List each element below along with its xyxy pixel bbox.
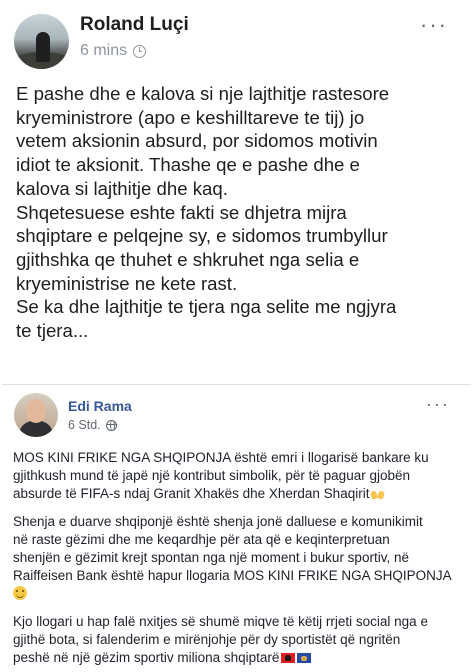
shared-author-avatar[interactable] (14, 393, 58, 437)
shared-paragraph: Kjo llogari u hap falë nxitjes së shumë … (13, 613, 465, 668)
post-text-line: kryeministrise ne kete rast. (16, 272, 238, 294)
avatar-head (26, 399, 46, 423)
avatar-body (19, 421, 53, 437)
post-text-line: kryeministrore (apo e keshilltareve te t… (16, 106, 365, 128)
shared-post-meta: 6 Std. (68, 418, 117, 432)
post-text-line: idiot te aksionit. Thashe qe e pashe dhe… (16, 154, 360, 176)
post-text-line: Shqetesuese eshte fakti se dhjetra mijra (16, 201, 347, 223)
post-text-line: E pashe dhe e kalova si nje lajthitje ra… (16, 83, 390, 104)
shared-text-line: absurde të FIFA-s ndaj Granit Xhakës dhe… (13, 485, 465, 503)
post-text-line: te tjera... (16, 320, 89, 342)
post-text-line: vetem aksionin absurd, por sidomos motiv… (16, 130, 378, 152)
kosovo-flag-icon (297, 653, 312, 664)
globe-icon (105, 419, 117, 431)
clock-icon (133, 44, 147, 58)
shared-text-line: gjithë bota, si falenderim e mirënjohje … (13, 631, 401, 647)
post-text-line: Se ka dhe lajthitje te tjera nga selite … (16, 296, 397, 318)
author-name[interactable]: Roland Luçi (80, 14, 189, 36)
shared-post-time[interactable]: 6 Std. (68, 418, 101, 432)
shared-text-line: Raiffeisen Bank është hapur llogaria MOS… (13, 568, 452, 584)
post-header: Roland Luçi 6 mins ··· (0, 0, 473, 72)
shared-text-line: në raste gëzimi dhe me keqardhje për ata… (13, 531, 390, 547)
shared-text-line: Kjo llogari u hap falë nxitjes së shumë … (13, 613, 428, 629)
post-text-line: gjithshka qe thuhet e shkruhet nga selia… (16, 248, 360, 270)
facebook-post: Roland Luçi 6 mins ··· E pashe dhe e kal… (0, 0, 473, 672)
shared-paragraph: MOS KINI FRIKE NGA SHQIPONJA është emri … (13, 449, 465, 504)
shared-text-line: Shenja e duarve shqiponjë është shenja j… (13, 513, 423, 529)
smiling-face-emoji-icon (13, 586, 27, 601)
post-text-line: shqiptare e pelqejne sy, e sidomos trumb… (16, 225, 388, 247)
shared-more-options-icon[interactable]: ··· (426, 395, 450, 413)
shared-post-screenshot[interactable]: Edi Rama 6 Std. ··· MOS KINI FRIKE NGA S… (2, 384, 471, 670)
shared-post-text: MOS KINI FRIKE NGA SHQIPONJA është emri … (13, 449, 465, 672)
post-body-text: E pashe dhe e kalova si nje lajthitje ra… (16, 82, 464, 343)
post-time[interactable]: 6 mins (80, 42, 127, 60)
shared-text-line: shenjën e gëzimit krejt spontan nga një … (13, 550, 409, 566)
shared-text-line-content: absurde të FIFA-s ndaj Granit Xhakës dhe… (13, 486, 370, 502)
author-avatar[interactable] (14, 14, 69, 69)
post-meta: 6 mins (80, 42, 147, 60)
more-options-icon[interactable]: ··· (420, 14, 448, 36)
shared-text-line-content: peshë në një gëzim sportiv miliona shqip… (13, 650, 280, 666)
shared-author-name[interactable]: Edi Rama (68, 398, 132, 414)
albania-flag-icon (281, 653, 296, 664)
shared-text-line: peshë në një gëzim sportiv miliona shqip… (13, 649, 465, 667)
post-text-line: kalova si lajthitje dhe kaq. (16, 177, 228, 199)
praying-hands-emoji-icon (371, 489, 385, 499)
avatar-figure (36, 32, 50, 62)
shared-text-line: gjithkush mund të japë një kontribut sim… (13, 468, 410, 484)
shared-text-line (13, 585, 465, 603)
shared-paragraph: Shenja e duarve shqiponjë është shenja j… (13, 513, 465, 604)
shared-text-line: MOS KINI FRIKE NGA SHQIPONJA është emri … (13, 450, 429, 465)
